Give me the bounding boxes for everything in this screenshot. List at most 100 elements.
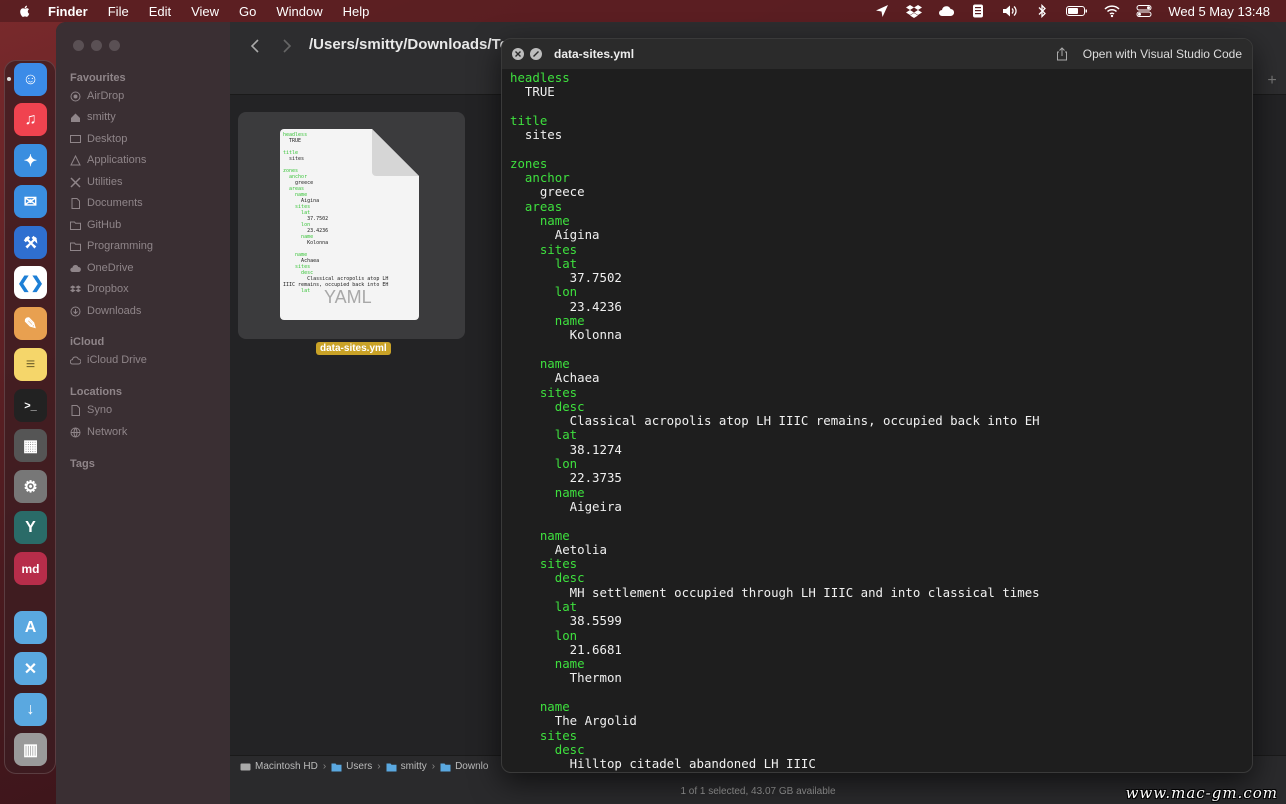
sidebar-item-smitty[interactable]: smitty	[70, 111, 116, 123]
wifi-icon[interactable]	[1104, 4, 1120, 18]
menu-go[interactable]: Go	[239, 4, 256, 19]
xcode-icon[interactable]: ⚒	[14, 226, 47, 259]
pixelmator-icon[interactable]: ✎	[14, 307, 47, 340]
system-preferences-icon[interactable]: ⚙	[14, 470, 47, 503]
sidebar-item-label: Utilities	[87, 176, 123, 188]
yaml-value-line: sites	[510, 127, 563, 143]
sidebar-item-label: AirDrop	[87, 90, 125, 102]
finder-sidebar: Favourites AirDrop smitty Desktop Applic…	[56, 22, 230, 804]
yaml-value-line	[510, 343, 1240, 357]
document-icon	[71, 197, 80, 209]
markdown-previewer-icon[interactable]: md	[14, 552, 47, 585]
vscode-icon[interactable]: ❮❯	[14, 266, 47, 299]
share-icon[interactable]	[1055, 47, 1069, 61]
applications-icon	[70, 154, 81, 165]
sidebar-item-airdrop[interactable]: AirDrop	[70, 90, 124, 102]
menu-help[interactable]: Help	[343, 4, 370, 19]
dropbox-icon[interactable]	[906, 4, 923, 18]
sidebar-item-applications[interactable]: Applications	[70, 154, 146, 166]
yaml-value-line: Aígina	[510, 227, 600, 243]
forward-chevron-icon[interactable]	[278, 38, 294, 54]
yaml-key-line: title	[510, 112, 548, 128]
sidebar-item-downloads[interactable]: Downloads	[70, 305, 141, 317]
desktop-icon	[70, 134, 81, 143]
terminal-icon[interactable]: >_	[14, 389, 47, 422]
minimize-window-icon[interactable]	[91, 40, 102, 51]
yaml-key-line: lon	[510, 627, 578, 643]
sidebar-item-label: Network	[87, 426, 128, 438]
control-center-icon[interactable]	[1136, 4, 1152, 18]
fullscreen-icon[interactable]	[530, 48, 542, 60]
yaml-value-line: 22.3735	[510, 470, 622, 486]
apple-icon[interactable]	[18, 4, 32, 18]
music-icon[interactable]: ♫	[14, 103, 47, 136]
volume-icon[interactable]	[1002, 4, 1018, 18]
open-with-vscode-button[interactable]: Open with Visual Studio Code	[1083, 47, 1242, 61]
yaml-key-line: sites	[510, 727, 578, 743]
notes-menu-icon[interactable]	[970, 4, 986, 18]
zoom-window-icon[interactable]	[109, 40, 120, 51]
yaml-previewer-icon[interactable]: Y	[14, 511, 47, 544]
back-chevron-icon[interactable]	[248, 38, 264, 54]
menu-file[interactable]: File	[108, 4, 129, 19]
onedrive-icon	[70, 264, 81, 272]
yaml-key-line: sites	[510, 384, 578, 400]
file-item[interactable]: headless TRUE title sites zones anchor g…	[238, 112, 465, 339]
path-segment-smitty[interactable]: smitty	[386, 761, 427, 772]
yaml-value-line: Thermon	[510, 670, 622, 686]
sidebar-item-syno[interactable]: Syno	[70, 404, 112, 416]
dock: ☺ ♫ ✦ ✉ ⚒ ❮❯ ✎ ≡ >_ ▦ ⚙ Y md A ✕ ↓ ▥	[4, 60, 56, 774]
tags-heading: Tags	[70, 458, 95, 470]
sidebar-item-onedrive[interactable]: OneDrive	[70, 262, 133, 274]
notes-icon[interactable]: ≡	[14, 348, 47, 381]
sidebar-item-programming[interactable]: Programming	[70, 240, 153, 252]
utilities-folder-icon[interactable]: ✕	[14, 652, 47, 685]
menu-edit[interactable]: Edit	[149, 4, 171, 19]
sidebar-item-documents[interactable]: Documents	[70, 197, 143, 209]
yaml-key-line: desc	[510, 741, 585, 757]
menu-clock[interactable]: Wed 5 May 13:48	[1168, 4, 1270, 19]
path-segment-macintosh-hd[interactable]: Macintosh HD	[240, 761, 318, 772]
sidebar-item-label: Applications	[87, 154, 147, 166]
applications-folder-icon[interactable]: A	[14, 611, 47, 644]
icloud-heading: iCloud	[70, 336, 105, 348]
battery-icon[interactable]	[1066, 4, 1088, 18]
location-icon[interactable]	[874, 4, 890, 18]
yaml-value-line: MH settlement occupied through LH IIIC a…	[510, 584, 1040, 600]
menu-app-name[interactable]: Finder	[48, 4, 88, 19]
new-tab-button[interactable]: +	[1258, 70, 1286, 92]
finder-icon[interactable]: ☺	[14, 63, 47, 96]
calculator-icon[interactable]: ▦	[14, 429, 47, 462]
close-icon[interactable]	[512, 48, 524, 60]
yaml-value-line: Hilltop citadel abandoned LH IIIC	[510, 756, 816, 772]
sidebar-item-utilities[interactable]: Utilities	[70, 176, 122, 188]
trash-icon[interactable]: ▥	[14, 733, 47, 766]
path-separator-icon: ›	[431, 761, 436, 772]
sidebar-item-network[interactable]: Network	[70, 426, 127, 438]
yaml-value-line: TRUE	[510, 84, 555, 100]
sidebar-item-github[interactable]: GitHub	[70, 219, 121, 231]
menu-view[interactable]: View	[191, 4, 219, 19]
quick-look-header: data-sites.yml Open with Visual Studio C…	[502, 39, 1252, 69]
path-segment-users[interactable]: Users	[331, 761, 372, 772]
menu-window[interactable]: Window	[276, 4, 322, 19]
quick-look-title: data-sites.yml	[554, 47, 635, 61]
sidebar-item-dropbox[interactable]: Dropbox	[70, 283, 129, 295]
downloads-folder-icon[interactable]: ↓	[14, 693, 47, 726]
quick-look-panel: data-sites.yml Open with Visual Studio C…	[501, 38, 1253, 773]
sidebar-item-label: GitHub	[87, 219, 122, 231]
yaml-value-line: Kolonna	[510, 327, 622, 343]
sidebar-item-icloud-drive[interactable]: iCloud Drive	[70, 354, 147, 366]
bluetooth-icon[interactable]	[1034, 4, 1050, 18]
yaml-key-line: name	[510, 212, 570, 228]
yaml-key-line: sites	[510, 556, 578, 572]
mail-icon[interactable]: ✉	[14, 185, 47, 218]
yaml-value-line	[510, 142, 1240, 156]
path-segment-downloads[interactable]: Downlo	[440, 761, 488, 772]
file-name-label[interactable]: data-sites.yml	[316, 342, 391, 355]
yaml-value-line: 23.4236	[510, 298, 622, 314]
safari-icon[interactable]: ✦	[14, 144, 47, 177]
cloud-icon[interactable]	[938, 4, 955, 18]
sidebar-item-desktop[interactable]: Desktop	[70, 133, 127, 145]
close-window-icon[interactable]	[73, 40, 84, 51]
